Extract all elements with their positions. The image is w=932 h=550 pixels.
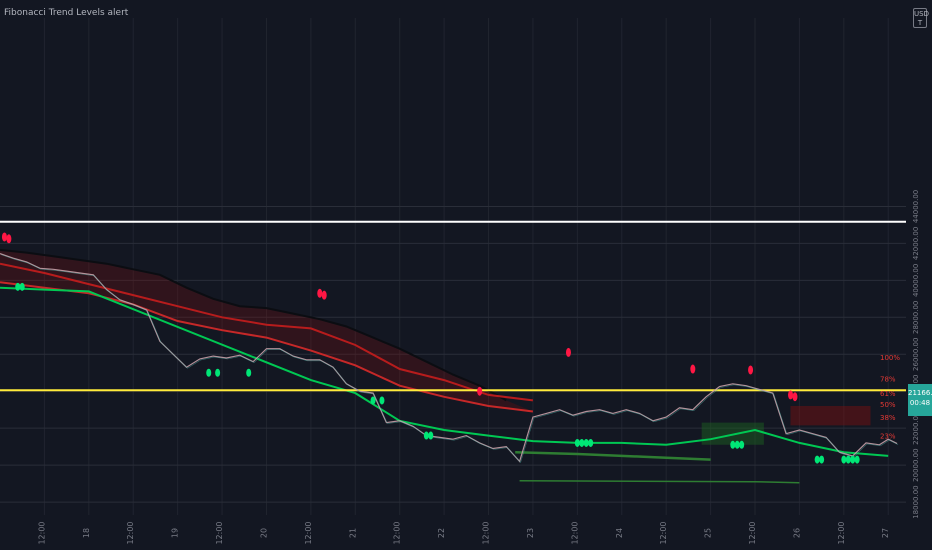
signal-marker-green	[15, 282, 21, 291]
fib-level-label: 100%	[880, 354, 900, 362]
signal-marker-green	[423, 431, 429, 440]
currency-label-line1: USD	[914, 10, 929, 18]
fib-level-label: 50%	[880, 401, 896, 409]
signal-marker-red	[748, 365, 754, 375]
signal-marker-green	[215, 368, 221, 377]
signal-marker-red	[565, 347, 571, 357]
fib-level-label: 38%	[880, 414, 896, 422]
price-axis-label: 44000.00	[912, 190, 920, 223]
time-axis-label: 12:00	[482, 521, 491, 544]
signal-marker-red	[792, 392, 798, 402]
price-axis-label: 26000.00	[912, 338, 920, 371]
bar-countdown: 00:48	[909, 399, 931, 407]
signal-marker-green	[850, 455, 856, 464]
price-axis-label: 40000.00	[912, 264, 920, 297]
signal-marker-green	[841, 455, 847, 464]
time-axis-label: 22	[437, 528, 446, 538]
time-axis-label: 12:00	[659, 521, 668, 544]
time-axis-label: 12:00	[570, 521, 579, 544]
signal-marker-green	[819, 455, 825, 464]
time-axis-label: 12:00	[126, 521, 135, 544]
time-axis-label: 25	[704, 528, 713, 538]
indicator-title: Fibonacci Trend Levels alert	[4, 8, 129, 18]
time-axis-label: 23	[526, 528, 535, 538]
price-axis-label: 42000.00	[912, 227, 920, 260]
signal-marker-red	[690, 364, 696, 374]
green-lower-line	[515, 450, 711, 461]
time-axis-label: 12:00	[37, 521, 46, 544]
time-axis-label: 12:00	[393, 521, 402, 544]
time-axis-label: 12:00	[837, 521, 846, 544]
signal-marker-green	[854, 455, 860, 464]
time-axis-label: 21	[348, 528, 357, 538]
signal-marker-red	[1, 232, 7, 242]
fib-level-label: 78%	[880, 375, 896, 383]
time-axis-label: 12:00	[748, 521, 757, 544]
signal-marker-green	[739, 440, 745, 449]
signal-marker-green	[730, 440, 736, 449]
green-bottom-line	[519, 480, 800, 484]
signal-marker-green	[583, 438, 589, 447]
signal-marker-green	[814, 455, 820, 464]
signal-marker-green	[370, 396, 376, 405]
signal-marker-green	[588, 438, 594, 447]
signal-marker-green	[246, 368, 252, 377]
price-chart[interactable]: 100% 78% 61% 50% 38% 23% 18000.00 20000.00 22000…	[0, 0, 932, 550]
signal-marker-green	[845, 455, 851, 464]
time-axis-label: 12:00	[304, 521, 313, 544]
signal-marker-red	[788, 390, 794, 400]
signal-marker-green	[19, 282, 25, 291]
currency-badge[interactable]: USD T	[913, 8, 929, 28]
last-price-value: 21166.95	[908, 389, 932, 397]
time-axis-label: 26	[792, 528, 801, 538]
price-axis-label: 20000.00	[912, 448, 920, 481]
signal-marker-red	[6, 234, 12, 244]
time-axis-label: 24	[615, 528, 624, 538]
signal-marker-green	[428, 431, 434, 440]
resistance-zone-fill-right	[790, 406, 871, 426]
signal-marker-red	[321, 290, 327, 300]
price-axis-label: 22000.00	[912, 411, 920, 444]
time-axis-label: 19	[171, 528, 180, 538]
signal-marker-green	[379, 396, 385, 405]
price-axis-label: 28000.00	[912, 301, 920, 334]
fib-level-label: 23%	[880, 433, 896, 441]
currency-label-line2: T	[917, 19, 923, 27]
price-axis-label: 18000.00	[912, 485, 920, 518]
signal-marker-green	[574, 438, 580, 447]
signal-marker-green	[579, 438, 585, 447]
signal-marker-green	[206, 368, 212, 377]
last-price-tag: 21166.95 00:48	[908, 384, 932, 416]
time-axis-label: 27	[881, 528, 890, 538]
signal-marker-green	[734, 440, 740, 449]
signal-marker-red	[477, 386, 483, 396]
signal-marker-red	[317, 288, 323, 298]
time-axis-label: 12:00	[215, 521, 224, 544]
time-axis-label: 18	[82, 528, 91, 538]
time-axis-label: 20	[259, 528, 268, 538]
fib-level-label: 61%	[880, 390, 896, 398]
